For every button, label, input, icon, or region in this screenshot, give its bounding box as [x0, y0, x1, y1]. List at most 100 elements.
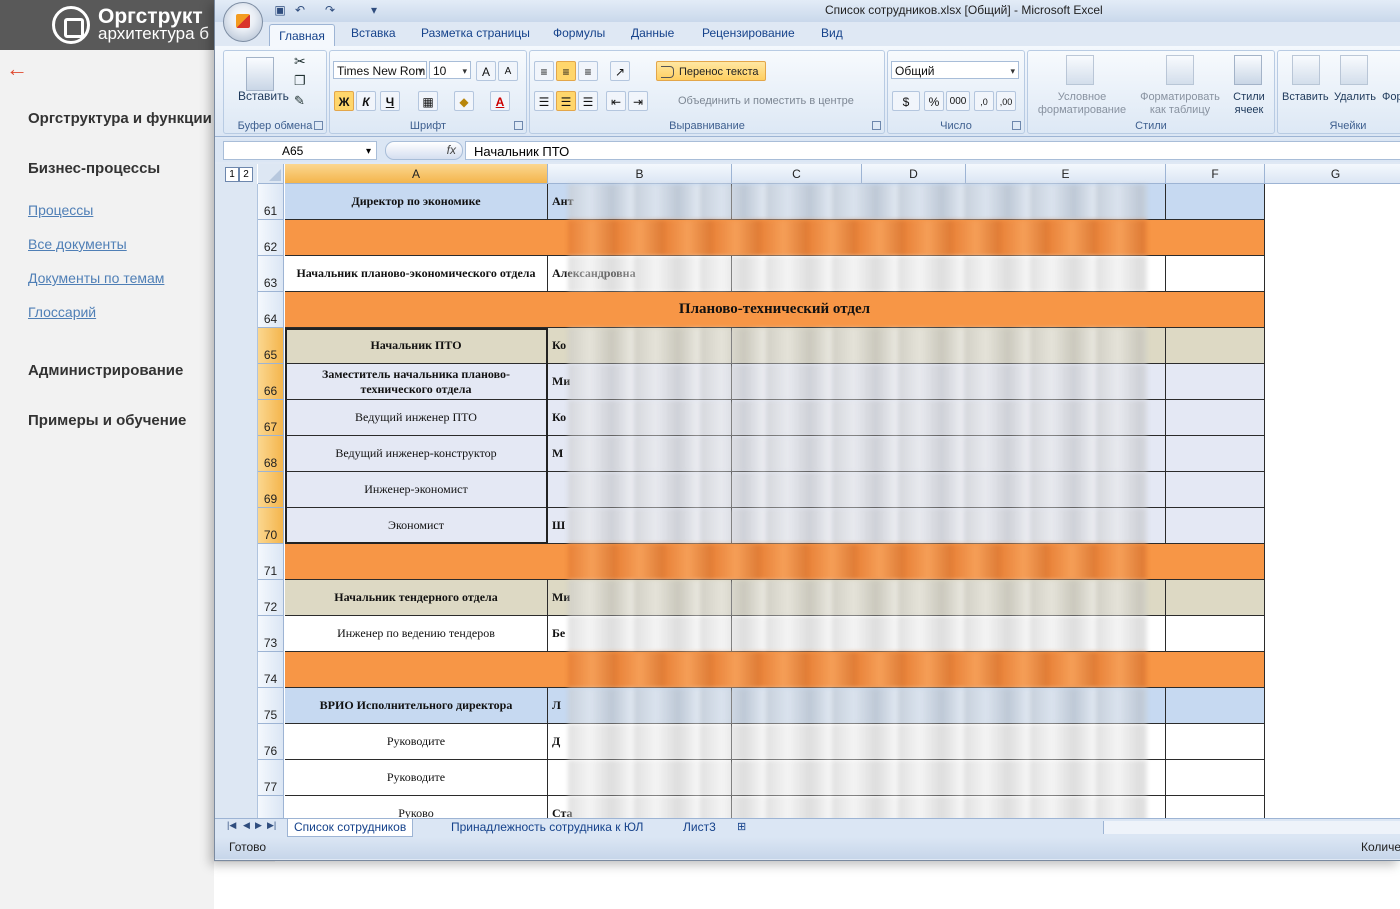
position-cell[interactable]: Инженер по ведению тендеров — [285, 616, 548, 652]
nav-section-orgstructure[interactable]: Оргструктура и функции — [28, 110, 212, 127]
tab-data[interactable]: Данные — [631, 26, 674, 40]
prev-sheet-icon[interactable]: ◀ — [243, 820, 250, 831]
position-cell[interactable]: Экономист — [285, 508, 548, 544]
cell-styles-button[interactable]: Стили ячеек — [1228, 91, 1270, 117]
row-header[interactable]: 76 — [258, 724, 284, 760]
currency-icon[interactable]: $ — [892, 91, 920, 111]
next-sheet-icon[interactable]: ▶ — [255, 820, 262, 831]
row-header[interactable]: 73 — [258, 616, 284, 652]
italic-button[interactable]: К — [356, 91, 376, 111]
font-launcher-icon[interactable] — [514, 121, 523, 130]
name-box[interactable]: A65 — [223, 141, 377, 161]
shrink-font-icon[interactable]: A — [498, 61, 518, 81]
fill-color-icon[interactable]: ◆ — [454, 91, 474, 111]
position-cell[interactable]: Начальник планово-экономического отдела — [285, 256, 548, 292]
increase-decimal-icon[interactable]: ,0 — [974, 91, 994, 111]
select-all-button[interactable] — [258, 164, 284, 184]
back-arrow-icon[interactable]: ← — [6, 56, 28, 82]
decrease-indent-icon[interactable]: ⇤ — [606, 91, 626, 111]
undo-icon[interactable]: ↶ — [293, 3, 307, 17]
delete-cells-button[interactable]: Удалить — [1334, 91, 1376, 103]
position-cell[interactable]: Руководите — [285, 724, 548, 760]
align-top-icon[interactable]: ≡ — [534, 61, 554, 81]
cell-styles-icon[interactable] — [1234, 55, 1262, 85]
position-cell[interactable]: Руково — [285, 796, 548, 820]
horizontal-scrollbar[interactable] — [1103, 821, 1400, 834]
number-format-select[interactable]: Общий — [891, 61, 1019, 80]
position-cell[interactable]: Директор по экономике — [285, 184, 548, 220]
row-header[interactable]: 68 — [258, 436, 284, 472]
tab-page-layout[interactable]: Разметка страницы — [421, 26, 530, 40]
position-cell[interactable]: Заместитель начальника планово-техническ… — [285, 364, 548, 400]
nav-link-documents-by-topic[interactable]: Документы по темам — [28, 270, 164, 286]
number-launcher-icon[interactable] — [1012, 121, 1021, 130]
borders-icon[interactable]: ▦ — [418, 91, 438, 111]
column-header-d[interactable]: D — [862, 164, 966, 184]
column-header-f[interactable]: F — [1166, 164, 1265, 184]
column-f-cell[interactable] — [1166, 724, 1265, 760]
insert-function-button[interactable]: fx — [385, 141, 463, 160]
column-f-cell[interactable] — [1166, 688, 1265, 724]
redo-icon[interactable]: ↷ — [323, 3, 337, 17]
position-cell[interactable]: Ведущий инженер-конструктор — [285, 436, 548, 472]
row-header[interactable]: 62 — [258, 220, 284, 256]
bold-button[interactable]: Ж — [334, 91, 354, 111]
outline-level-1-button[interactable]: 1 — [225, 167, 239, 182]
tab-view[interactable]: Вид — [821, 26, 843, 40]
cut-icon[interactable]: ✂ — [294, 53, 306, 70]
logo-icon[interactable] — [52, 6, 90, 44]
paste-icon[interactable] — [246, 57, 274, 91]
section-header-cell[interactable]: Планово-технический отдел — [285, 292, 1265, 328]
outline-level-2-button[interactable]: 2 — [239, 167, 253, 182]
tab-insert[interactable]: Вставка — [351, 26, 396, 40]
row-header[interactable]: 69 — [258, 472, 284, 508]
column-f-cell[interactable] — [1166, 436, 1265, 472]
position-cell[interactable]: Начальник тендерного отдела — [285, 580, 548, 616]
align-right-icon[interactable]: ☰ — [578, 91, 598, 111]
font-size-select[interactable]: 10 — [429, 61, 471, 80]
increase-indent-icon[interactable]: ⇥ — [628, 91, 648, 111]
align-bottom-icon[interactable]: ≡ — [578, 61, 598, 81]
sheet-tab-legal-entity[interactable]: Принадлежность сотрудника к ЮЛ — [451, 819, 643, 836]
fx-icon[interactable]: fx — [447, 143, 456, 157]
nav-link-processes[interactable]: Процессы — [28, 202, 93, 218]
column-header-c[interactable]: C — [732, 164, 862, 184]
column-f-cell[interactable] — [1166, 256, 1265, 292]
row-header[interactable]: 63 — [258, 256, 284, 292]
column-f-cell[interactable] — [1166, 616, 1265, 652]
row-header[interactable]: 67 — [258, 400, 284, 436]
position-cell[interactable]: Начальник ПТО — [285, 328, 548, 364]
position-cell[interactable]: Руководите — [285, 760, 548, 796]
column-header-g[interactable]: G — [1265, 164, 1400, 184]
orientation-icon[interactable]: ↗ — [610, 61, 630, 81]
thousands-button[interactable]: 000 — [946, 91, 970, 111]
row-header[interactable]: 65 — [258, 328, 284, 364]
insert-cells-icon[interactable] — [1292, 55, 1320, 85]
conditional-formatting-icon[interactable] — [1066, 55, 1094, 85]
row-header[interactable]: 74 — [258, 652, 284, 688]
column-f-cell[interactable] — [1166, 364, 1265, 400]
delete-cells-icon[interactable] — [1340, 55, 1368, 85]
grow-font-icon[interactable]: A — [476, 61, 496, 81]
last-sheet-icon[interactable]: ▶| — [267, 820, 276, 831]
format-cells-button[interactable]: Фор — [1382, 91, 1400, 103]
position-cell[interactable]: Ведущий инженер ПТО — [285, 400, 548, 436]
column-f-cell[interactable] — [1166, 184, 1265, 220]
nav-section-administration[interactable]: Администрирование — [28, 362, 183, 379]
merge-center-button[interactable]: Объединить и поместить в центре — [658, 95, 854, 107]
underline-button[interactable]: Ч — [380, 91, 400, 111]
sheet-tab-sheet3[interactable]: Лист3 — [683, 819, 716, 836]
column-f-cell[interactable] — [1166, 580, 1265, 616]
format-as-table-icon[interactable] — [1166, 55, 1194, 85]
row-header[interactable]: 78 — [258, 796, 284, 820]
row-header[interactable]: 75 — [258, 688, 284, 724]
clipboard-launcher-icon[interactable] — [314, 121, 323, 130]
font-family-select[interactable]: Times New Rom — [333, 61, 427, 80]
row-header[interactable]: 77 — [258, 760, 284, 796]
row-header[interactable]: 61 — [258, 184, 284, 220]
column-f-cell[interactable] — [1166, 508, 1265, 544]
row-header[interactable]: 70 — [258, 508, 284, 544]
column-header-e[interactable]: E — [966, 164, 1166, 184]
paste-button[interactable]: Вставить — [238, 89, 289, 103]
column-f-cell[interactable] — [1166, 328, 1265, 364]
